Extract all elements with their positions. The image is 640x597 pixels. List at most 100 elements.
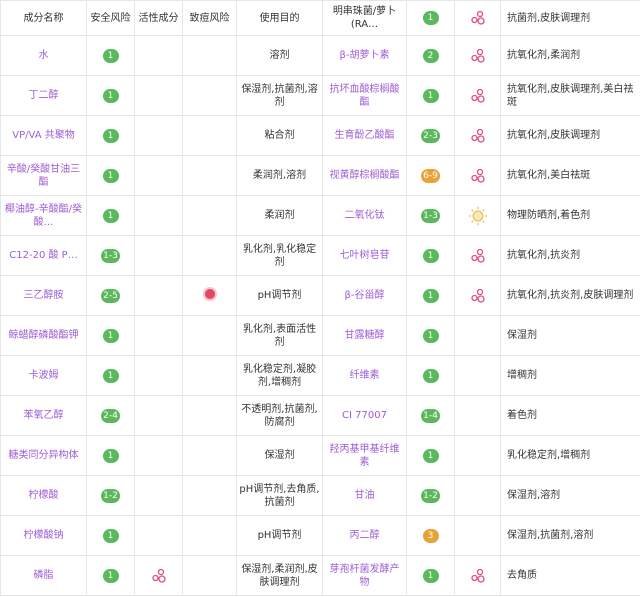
- safety-risk: 1: [406, 235, 455, 276]
- ingredient-name[interactable]: 甘露糖醇: [322, 315, 407, 356]
- usage-purpose: 抗氧化剂,皮肤调理剂: [500, 115, 640, 156]
- cell-text: C12-20 酸 P…: [9, 250, 78, 261]
- safety-risk: 1-3: [406, 195, 455, 236]
- ingredient-name[interactable]: 柠檬酸钠: [0, 515, 87, 556]
- cell-text: 乳化剂,表面活性剂: [242, 323, 317, 348]
- acne-risk-icon: [202, 286, 217, 301]
- cell-text: pH调节剂: [257, 290, 302, 301]
- table-row: VP/VA 共聚物 1 粘合剂 生育酚乙酸酯 2-3 抗氧化剂,皮肤调理剂: [0, 115, 640, 156]
- active-ingredient: [454, 195, 501, 236]
- safety-badge: 2: [422, 48, 439, 63]
- active-ingredient: [454, 115, 501, 156]
- cell-text: 不透明剂,抗菌剂,防腐剂: [241, 403, 318, 428]
- ingredient-name[interactable]: 纤维素: [322, 355, 407, 396]
- ingredient-name[interactable]: 羟丙基甲基纤维素: [322, 435, 407, 476]
- cell-text: 抗氧化剂,柔润剂: [507, 50, 581, 61]
- safety-risk: 1: [406, 435, 455, 476]
- ingredient-name[interactable]: 二氧化钛: [322, 195, 407, 236]
- cell-text: 水: [38, 50, 49, 61]
- ingredient-name[interactable]: 抗坏血酸棕榈酸酯: [322, 75, 407, 116]
- cell-text: 抗氧化剂,皮肤调理剂: [507, 130, 601, 141]
- acne-risk: [182, 155, 237, 196]
- safety-badge: 1: [422, 288, 439, 303]
- safety-risk: 1: [406, 275, 455, 316]
- usage-purpose: pH调节剂: [236, 275, 323, 316]
- ingredient-name[interactable]: 糖类同分异构体: [0, 435, 87, 476]
- cell-text: 柔润剂,溶剂: [252, 170, 307, 181]
- safety-badge: 1: [422, 448, 439, 463]
- table-row: C12-20 酸 P… 1-3 乳化剂,乳化稳定剂 七叶树皂苷 1 抗氧化剂,抗炎剂: [0, 235, 640, 276]
- table-row: 三乙醇胺 2-5 pH调节剂 β-谷甾醇 1 抗氧化剂,抗炎剂,皮肤调理剂: [0, 275, 640, 316]
- usage-purpose: pH调节剂: [236, 515, 323, 556]
- cell-text: 丙二醇: [349, 530, 380, 541]
- safety-risk: 1: [86, 515, 135, 556]
- safety-risk: 1: [86, 35, 135, 76]
- ingredient-name[interactable]: 磷脂: [0, 555, 87, 596]
- cell-text: 芽孢杆菌发酵产物: [329, 563, 400, 588]
- ingredient-name[interactable]: β-胡萝卜素: [322, 35, 407, 76]
- active-ingredient: [134, 435, 183, 476]
- ingredient-name[interactable]: 丙二醇: [322, 515, 407, 556]
- safety-risk: 1-4: [406, 395, 455, 436]
- usage-purpose: 抗氧化剂,抗炎剂,皮肤调理剂: [500, 275, 640, 316]
- safety-badge: 1-3: [421, 208, 440, 223]
- ingredient-name[interactable]: 芽孢杆菌发酵产物: [322, 555, 407, 596]
- ingredient-table: 成分名称 安全风险 活性成分 致痘风险 使用目的 明串珠菌/萝卜(RA… 1 抗菌剂,皮肤调理…: [0, 0, 640, 596]
- active-ingredient-icon: [470, 11, 485, 25]
- ingredient-name[interactable]: 生育酚乙酸酯: [322, 115, 407, 156]
- ingredient-name[interactable]: 明串珠菌/萝卜(RA…: [322, 0, 407, 36]
- ingredient-name[interactable]: VP/VA 共聚物: [0, 115, 87, 156]
- cell-text: CI 77007: [342, 410, 387, 421]
- ingredient-name[interactable]: 七叶树皂苷: [322, 235, 407, 276]
- cell-text: 去角质: [507, 570, 537, 581]
- cell-text: 保湿剂,抗菌剂,溶剂: [241, 83, 318, 108]
- safety-risk: 2-3: [406, 115, 455, 156]
- safety-badge: 1: [102, 328, 119, 343]
- ingredient-name[interactable]: 辛酸/癸酸甘油三酯: [0, 155, 87, 196]
- ingredient-name[interactable]: C12-20 酸 P…: [0, 235, 87, 276]
- ingredient-name[interactable]: 三乙醇胺: [0, 275, 87, 316]
- ingredient-name[interactable]: 水: [0, 35, 87, 76]
- safety-badge: 2-5: [101, 288, 120, 303]
- ingredient-name[interactable]: 卡波姆: [0, 355, 87, 396]
- table-row: 椰油醇-辛酸酯/癸酸… 1 柔润剂 二氧化钛 1-3 物理防晒剂,着色剂: [0, 195, 640, 236]
- cell-text: 椰油醇-辛酸酯/癸酸…: [5, 203, 82, 228]
- usage-purpose: 抗氧化剂,美白祛斑: [500, 155, 640, 196]
- usage-purpose: 物理防晒剂,着色剂: [500, 195, 640, 236]
- ingredient-name[interactable]: 椰油醇-辛酸酯/癸酸…: [0, 195, 87, 236]
- safety-badge: 6-9: [421, 168, 440, 183]
- header-row: 成分名称 安全风险 活性成分 致痘风险 使用目的 明串珠菌/萝卜(RA… 1 抗菌剂,皮肤调理…: [0, 0, 640, 36]
- ingredient-name[interactable]: 苯氧乙醇: [0, 395, 87, 436]
- safety-risk: 3: [406, 515, 455, 556]
- safety-risk: 2: [406, 35, 455, 76]
- cell-text: 保湿剂,溶剂: [507, 490, 561, 501]
- active-ingredient: [134, 395, 183, 436]
- ingredient-name[interactable]: 柠檬酸: [0, 475, 87, 516]
- safety-badge: 1: [422, 568, 439, 583]
- safety-badge: 1-4: [421, 408, 440, 423]
- active-ingredient: [454, 435, 501, 476]
- safety-risk: 1-2: [406, 475, 455, 516]
- ingredient-name[interactable]: CI 77007: [322, 395, 407, 436]
- table-row: 柠檬酸 1-2 pH调节剂,去角质,抗菌剂 甘油 1-2 保湿剂,溶剂: [0, 475, 640, 516]
- table-row: 水 1 溶剂 β-胡萝卜素 2 抗氧化剂,柔润剂: [0, 35, 640, 76]
- cell-text: 磷脂: [33, 570, 54, 581]
- active-ingredient: [134, 515, 183, 556]
- usage-purpose: 去角质: [500, 555, 640, 596]
- safety-badge: 1: [102, 88, 119, 103]
- cell-text: 甘油: [354, 490, 375, 501]
- ingredient-name[interactable]: 鲸蜡醇磷酸酯钾: [0, 315, 87, 356]
- usage-purpose: 柔润剂: [236, 195, 323, 236]
- ingredient-name[interactable]: β-谷甾醇: [322, 275, 407, 316]
- ingredient-name[interactable]: 视黄醇棕榈酸酯: [322, 155, 407, 196]
- cell-text: 保湿剂,抗菌剂,溶剂: [507, 530, 594, 541]
- ingredient-name[interactable]: 丁二醇: [0, 75, 87, 116]
- active-ingredient-icon: [470, 88, 485, 103]
- cell-text: 甘露糖醇: [344, 330, 385, 341]
- acne-risk: [182, 355, 237, 396]
- active-ingredient: [454, 355, 501, 396]
- safety-badge: 1: [102, 528, 119, 543]
- cell-text: 丁二醇: [28, 90, 59, 101]
- safety-badge: 1-2: [421, 488, 440, 503]
- ingredient-name[interactable]: 甘油: [322, 475, 407, 516]
